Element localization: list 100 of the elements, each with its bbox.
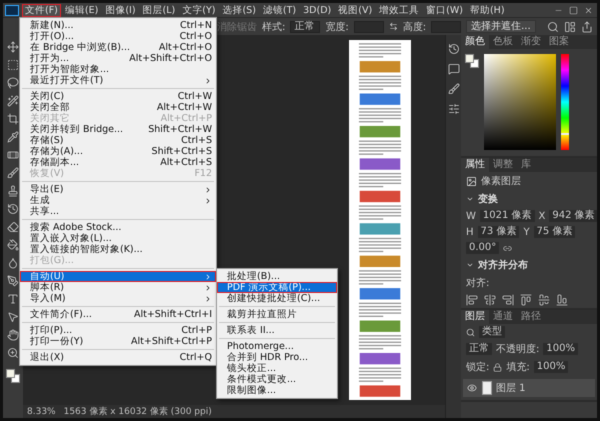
panel-tab[interactable]: 颜色 — [461, 35, 489, 49]
value-field[interactable]: 942 像素 — [549, 210, 597, 222]
layer-row[interactable]: 图层 1 — [463, 379, 595, 397]
align-left-icon[interactable] — [466, 294, 478, 306]
menu-item[interactable]: 打印一份(Y) Alt+Shift+Ctrl+P — [20, 336, 216, 347]
menu-item[interactable]: 批处理(B)... — [217, 271, 337, 282]
eyedropper-icon[interactable] — [7, 131, 19, 143]
zoom-icon[interactable] — [7, 347, 19, 359]
pointer-icon[interactable] — [7, 311, 19, 323]
value-field[interactable]: 73 像素 — [478, 226, 520, 238]
history-brush-icon[interactable] — [7, 203, 19, 215]
panel-tab[interactable]: 渐变 — [517, 35, 545, 49]
menu-item[interactable]: 镜头校正... — [217, 363, 337, 374]
menu-title[interactable]: 3D(D) — [300, 4, 334, 16]
menu-item[interactable]: 关闭全部 Alt+Ctrl+W — [20, 102, 216, 113]
panel-tab[interactable]: 库 — [517, 158, 535, 172]
panel-tab[interactable]: 色板 — [489, 35, 517, 49]
paint-bucket-icon[interactable] — [7, 239, 19, 251]
bandage-icon[interactable] — [7, 149, 19, 161]
menu-title[interactable]: 增效工具 — [376, 4, 422, 16]
menu-title[interactable]: 图层(L) — [140, 4, 178, 16]
menu-item[interactable]: 最近打开文件(T) — [20, 75, 216, 86]
marquee-icon[interactable] — [7, 59, 19, 71]
menu-item[interactable]: 导入(M) — [20, 293, 216, 304]
menu-item[interactable]: 裁剪并拉直照片 — [217, 309, 337, 320]
move-icon[interactable] — [7, 41, 19, 53]
brush-icon[interactable] — [448, 83, 460, 95]
menu-item[interactable]: 导出(E) — [20, 184, 216, 195]
menu-title[interactable]: 选择(S) — [219, 4, 259, 16]
menu-item[interactable]: 联系表 II... — [217, 325, 337, 336]
menu-item[interactable]: 打开为智能对象... — [20, 64, 216, 75]
comment-icon[interactable] — [448, 63, 460, 75]
color-swatches-icon[interactable] — [6, 369, 20, 383]
lasso-icon[interactable] — [7, 77, 19, 89]
menu-item[interactable]: 自动(U) — [20, 271, 216, 282]
menu-item[interactable]: 打开为... Alt+Shift+Ctrl+O — [20, 53, 216, 64]
menu-title[interactable]: 视图(V) — [335, 4, 376, 16]
panel-tab[interactable]: 属性 — [461, 158, 489, 172]
sliders-icon[interactable] — [448, 103, 460, 115]
menu-item[interactable]: 存储(S) Ctrl+S — [20, 135, 216, 146]
menu-title[interactable]: 窗口(W) — [423, 4, 466, 16]
menu-title[interactable]: 帮助(H) — [466, 4, 508, 16]
align-top-icon[interactable] — [520, 294, 532, 306]
menu-item[interactable]: 合并到 HDR Pro... — [217, 352, 337, 363]
height-field[interactable] — [431, 20, 462, 32]
panel-tab[interactable]: 调整 — [489, 158, 517, 172]
style-dropdown[interactable]: 正常 — [290, 20, 320, 32]
menu-item[interactable]: 打开(O)... Ctrl+O — [20, 31, 216, 42]
brush-icon[interactable] — [7, 167, 19, 179]
panel-tab[interactable]: 通道 — [489, 310, 517, 324]
menu-item[interactable]: 条件模式更改... — [217, 374, 337, 385]
menu-item[interactable]: 共享... — [20, 206, 216, 217]
select-and-mask-button[interactable]: 选择并遮住... — [466, 20, 536, 33]
menu-item[interactable]: 文件简介(F)... Alt+Shift+Ctrl+I — [20, 309, 216, 320]
pen-icon[interactable] — [7, 275, 19, 287]
menu-item[interactable]: 创建快捷批处理(C)... — [217, 293, 337, 304]
color-field[interactable] — [484, 54, 556, 150]
menu-title[interactable]: 文字(Y) — [179, 4, 218, 16]
menu-title[interactable]: 文件(F) — [22, 4, 61, 16]
magic-wand-icon[interactable] — [7, 95, 19, 107]
filter-dropdown[interactable]: 类型 — [479, 326, 505, 338]
menu-title[interactable]: 编辑(E) — [62, 4, 102, 16]
eraser-icon[interactable] — [7, 221, 19, 233]
menu-item[interactable]: 关闭并转到 Bridge... Shift+Ctrl+W — [20, 124, 216, 135]
menu-item[interactable]: Photomerge... — [217, 341, 337, 352]
color-swatches-icon[interactable] — [465, 54, 479, 68]
menu-item[interactable]: 置入链接的智能对象(K)... — [20, 244, 216, 255]
hand-icon[interactable] — [7, 329, 19, 341]
menu-item[interactable]: 打印(P)... Ctrl+P — [20, 325, 216, 336]
menu-title[interactable]: 滤镜(T) — [260, 4, 300, 16]
angle-field[interactable]: 0.00° — [466, 242, 500, 254]
align-center-icon[interactable] — [484, 294, 496, 306]
menu-item[interactable]: 存储副本... Alt+Ctrl+S — [20, 157, 216, 168]
search-icon[interactable] — [547, 20, 559, 32]
width-field[interactable] — [354, 20, 384, 32]
blend-mode-dropdown[interactable]: 正常 — [466, 343, 492, 355]
align-bottom-icon[interactable] — [556, 294, 568, 306]
value-field[interactable]: 75 像素 — [534, 226, 576, 238]
panel-tab[interactable]: 图层 — [461, 310, 489, 324]
panel-tab[interactable]: 图案 — [545, 35, 573, 49]
panel-tab[interactable]: 路径 — [517, 310, 545, 324]
menu-item[interactable]: 退出(X) Ctrl+Q — [20, 352, 216, 363]
menu-item[interactable]: 在 Bridge 中浏览(B)... Alt+Ctrl+O — [20, 42, 216, 53]
menu-item[interactable]: 脚本(R) — [20, 282, 216, 293]
opacity-field[interactable]: 100% — [543, 343, 578, 355]
droplet-icon[interactable] — [7, 257, 19, 269]
type-icon[interactable] — [7, 293, 19, 305]
menu-item[interactable]: 新建(N)... Ctrl+N — [20, 20, 216, 31]
share-icon[interactable] — [581, 20, 593, 32]
menu-item[interactable]: 生成 — [20, 195, 216, 206]
menu-item[interactable]: 关闭(C) Ctrl+W — [20, 91, 216, 102]
hue-slider[interactable] — [561, 54, 569, 150]
align-right-icon[interactable] — [502, 294, 514, 306]
hue-slider-thumb[interactable] — [561, 132, 569, 135]
value-field[interactable]: 1021 像素 — [480, 210, 535, 222]
menu-item[interactable]: 搜索 Adobe Stock... — [20, 222, 216, 233]
workspace-icon[interactable] — [564, 20, 576, 32]
align-middle-icon[interactable] — [538, 294, 550, 306]
fill-field[interactable]: 100% — [534, 361, 568, 373]
history-icon[interactable] — [448, 43, 460, 55]
